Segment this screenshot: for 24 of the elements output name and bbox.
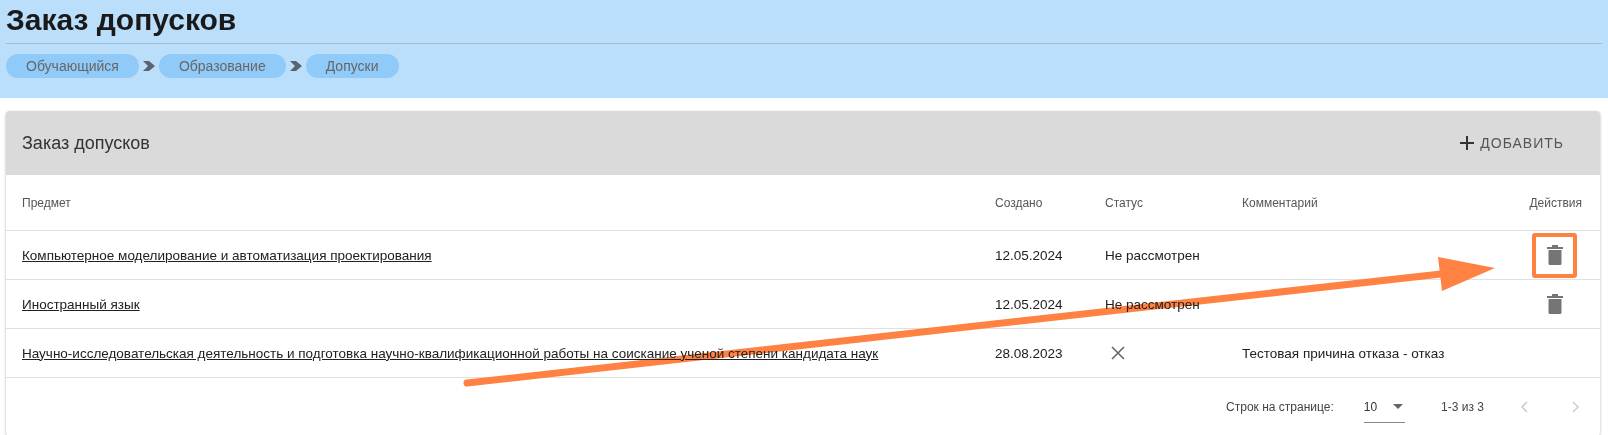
date-cell-text: 12.05.2024 xyxy=(995,247,1064,263)
trash-icon xyxy=(1546,294,1563,314)
column-header: Статус xyxy=(1105,195,1144,210)
column-header: Создано xyxy=(995,195,1044,210)
card-title: Заказ допусков xyxy=(22,132,150,154)
status-cell: Не рассмотрен xyxy=(1105,247,1200,263)
column-header: Предмет xyxy=(22,195,72,210)
subject-link[interactable]: Иностранный язык xyxy=(22,296,140,312)
rows-per-page-select[interactable]: 10 xyxy=(1363,391,1406,423)
subject-link[interactable]: Компьютерное моделирование и автоматизация проектирования xyxy=(22,247,432,263)
column-header: Комментарий xyxy=(1242,195,1319,210)
dropdown-caret-icon xyxy=(1393,404,1404,409)
chevron-icon xyxy=(142,61,155,71)
rows-per-page-label: Строк на странице: xyxy=(1226,400,1334,414)
plus-icon xyxy=(1460,136,1475,150)
chevron-icon xyxy=(289,61,302,71)
add-button[interactable]: ДОБАВИТЬ xyxy=(1452,129,1572,157)
date-cell-text: 12.05.2024 xyxy=(995,296,1064,312)
page-range: 1-3 из 3 xyxy=(1441,400,1484,414)
page-title: Заказ допусков xyxy=(6,2,238,38)
column-header: Действия xyxy=(1529,195,1582,210)
trash-icon xyxy=(1546,245,1563,265)
date-cell-text: 28.08.2023 xyxy=(995,345,1064,361)
comment-cell: Тестовая причина отказа - отказ xyxy=(1242,345,1445,361)
